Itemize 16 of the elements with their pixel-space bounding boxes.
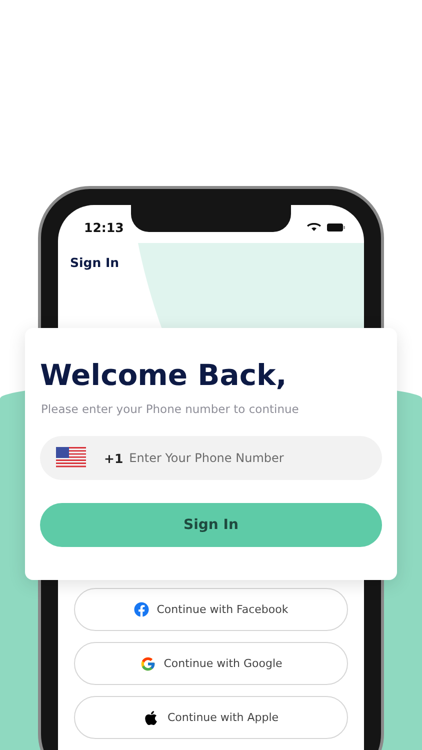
phone-number-input[interactable]: Enter Your Phone Number: [127, 450, 366, 466]
social-login-button[interactable]: Continue with Google: [74, 642, 348, 685]
social-login-button[interactable]: Continue with Facebook: [74, 588, 348, 631]
country-code: +1: [104, 450, 124, 466]
google-icon: [140, 656, 156, 672]
screen-title: Sign In: [70, 255, 120, 270]
social-login-button[interactable]: Continue with Apple: [74, 696, 348, 739]
status-time: 12:13: [84, 220, 124, 234]
welcome-title: Welcome Back,: [40, 358, 288, 392]
subtitle: Please enter your Phone number to continue: [41, 402, 300, 416]
status-icons: [306, 221, 346, 233]
flag-icon: [56, 447, 86, 469]
apple-icon: [143, 710, 160, 726]
phone-number-field[interactable]: +1 Enter Your Phone Number: [40, 436, 382, 480]
sign-in-button[interactable]: Sign In: [40, 503, 382, 547]
facebook-icon: [134, 602, 149, 617]
